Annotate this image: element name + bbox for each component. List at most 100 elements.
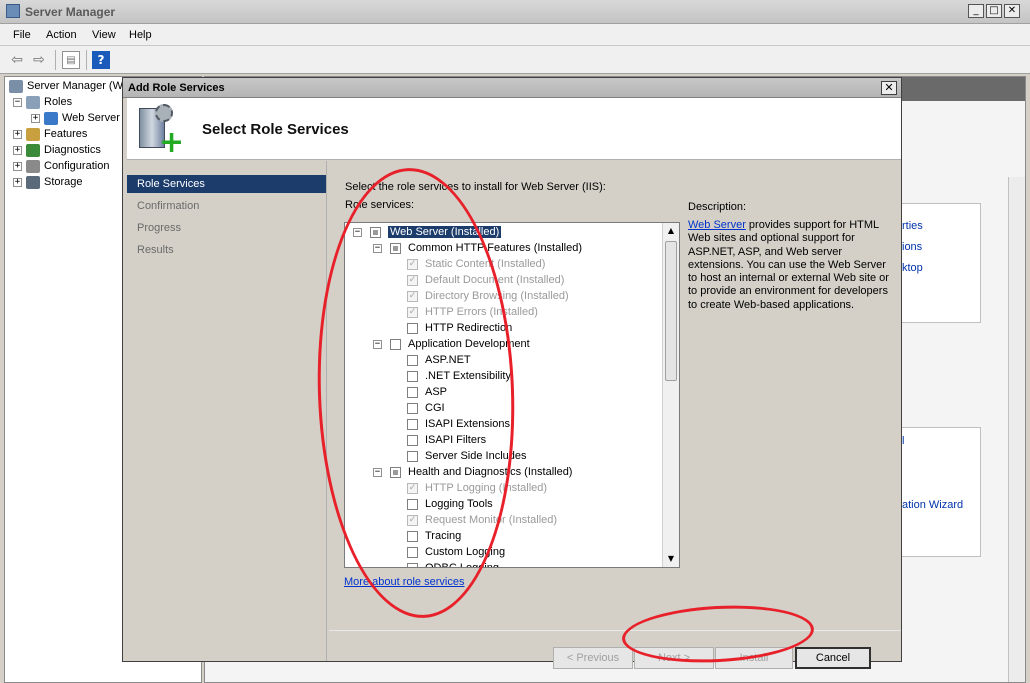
role-service-row[interactable]: ISAPI Filters xyxy=(407,432,486,448)
collapse-icon[interactable]: − xyxy=(13,97,22,107)
minimize-button[interactable]: _ xyxy=(968,4,984,18)
role-service-checkbox[interactable] xyxy=(390,466,401,478)
expand-icon[interactable]: + xyxy=(13,161,22,171)
button-bar: < Previous Next > Install Cancel xyxy=(329,630,901,669)
role-service-checkbox[interactable] xyxy=(407,434,418,446)
role-service-checkbox[interactable] xyxy=(407,562,418,567)
menu-file[interactable]: File xyxy=(13,29,31,41)
dialog-close-button[interactable]: ✕ xyxy=(881,81,897,95)
more-about-role-services-link[interactable]: More about role services xyxy=(344,576,464,588)
role-service-row[interactable]: .NET Extensibility xyxy=(407,368,511,384)
resources-box xyxy=(895,427,981,557)
role-service-label: HTTP Redirection xyxy=(425,322,513,334)
role-service-row[interactable]: ✓ HTTP Logging (Installed) xyxy=(407,480,547,496)
expand-icon[interactable]: + xyxy=(13,177,22,187)
role-service-checkbox[interactable] xyxy=(407,354,418,366)
cancel-button[interactable]: Cancel xyxy=(795,647,871,669)
tree-item-roles[interactable]: − Roles xyxy=(13,94,72,110)
tree-item-server-manager[interactable]: Server Manager (W xyxy=(9,78,123,94)
help-icon[interactable]: ? xyxy=(92,51,110,69)
role-services-scrollbar[interactable]: ▲ ▼ xyxy=(662,223,679,567)
role-service-checkbox[interactable] xyxy=(390,242,401,254)
role-service-checkbox[interactable] xyxy=(370,226,381,238)
collapse-icon[interactable]: − xyxy=(373,243,382,253)
expand-icon[interactable]: + xyxy=(31,113,40,123)
role-service-row[interactable]: Server Side Includes xyxy=(407,448,527,464)
roles-icon xyxy=(26,95,40,109)
role-service-checkbox[interactable] xyxy=(407,386,418,398)
scroll-up-icon[interactable]: ▲ xyxy=(663,223,679,239)
role-service-label: Request Monitor (Installed) xyxy=(425,514,558,526)
add-role-services-dialog: Add Role Services ✕ + Select Role Servic… xyxy=(122,77,902,669)
role-service-checkbox[interactable] xyxy=(407,530,418,542)
role-service-checkbox: ✓ xyxy=(407,274,418,286)
collapse-icon[interactable]: − xyxy=(353,227,362,237)
step-progress: Progress xyxy=(137,222,182,234)
tree-item-web-server[interactable]: + Web Server xyxy=(31,110,120,126)
resource-link[interactable]: l xyxy=(902,435,904,447)
menu-action[interactable]: Action xyxy=(46,29,77,41)
show-hide-console-tree-icon[interactable]: ▤ xyxy=(62,51,80,69)
role-service-row[interactable]: ✓ Directory Browsing (Installed) xyxy=(407,288,569,304)
install-button[interactable]: Install xyxy=(715,647,793,669)
next-button[interactable]: Next > xyxy=(634,647,714,669)
step-confirmation: Confirmation xyxy=(137,200,200,212)
role-service-row[interactable]: Tracing xyxy=(407,528,461,544)
role-service-checkbox[interactable] xyxy=(407,450,418,462)
previous-button[interactable]: < Previous xyxy=(553,647,633,669)
role-service-row[interactable]: − Common HTTP Features (Installed) xyxy=(373,240,582,256)
menu-help[interactable]: Help xyxy=(129,29,152,41)
collapse-icon[interactable]: − xyxy=(373,339,382,349)
role-service-row[interactable]: − Application Development xyxy=(373,336,530,352)
role-service-row[interactable]: ✓ HTTP Errors (Installed) xyxy=(407,304,538,320)
role-service-checkbox[interactable] xyxy=(407,322,418,334)
tree-item-storage[interactable]: + Storage xyxy=(13,174,83,190)
web-server-link[interactable]: Web Server xyxy=(688,219,746,231)
role-service-checkbox[interactable] xyxy=(407,418,418,430)
role-service-label: Directory Browsing (Installed) xyxy=(425,290,569,302)
tree-item-features[interactable]: + Features xyxy=(13,126,87,142)
role-service-row[interactable]: Logging Tools xyxy=(407,496,493,512)
options-link[interactable]: ions xyxy=(902,241,922,253)
tree-item-configuration[interactable]: + Configuration xyxy=(13,158,109,174)
role-service-checkbox[interactable] xyxy=(407,498,418,510)
tree-label: Roles xyxy=(44,96,73,108)
role-service-row[interactable]: ✓ Static Content (Installed) xyxy=(407,256,545,272)
close-button[interactable]: ✕ xyxy=(1004,4,1020,18)
scroll-thumb[interactable] xyxy=(665,241,677,381)
role-service-checkbox[interactable] xyxy=(407,370,418,382)
details-scrollbar[interactable] xyxy=(1008,177,1025,682)
role-service-row[interactable]: CGI xyxy=(407,400,445,416)
role-service-row[interactable]: − Web Server (Installed) xyxy=(353,224,502,240)
role-service-label: Logging Tools xyxy=(425,498,493,510)
role-service-row[interactable]: ✓ Request Monitor (Installed) xyxy=(407,512,557,528)
maximize-button[interactable]: □ xyxy=(986,4,1002,18)
role-service-checkbox[interactable] xyxy=(390,338,401,350)
role-service-row[interactable]: − Health and Diagnostics (Installed) xyxy=(373,464,572,480)
role-service-checkbox[interactable] xyxy=(407,402,418,414)
role-service-checkbox[interactable] xyxy=(407,546,418,558)
role-service-row[interactable]: ISAPI Extensions xyxy=(407,416,510,432)
tree-label: Diagnostics xyxy=(44,144,101,156)
step-role-services[interactable]: Role Services xyxy=(127,175,326,193)
role-services-tree[interactable]: ODBC Logging Custom Logging Tracing ✓ Reques… xyxy=(344,222,680,568)
role-service-row[interactable]: ASP xyxy=(407,384,447,400)
role-service-row[interactable]: ODBC Logging xyxy=(407,560,499,567)
tree-item-diagnostics[interactable]: + Diagnostics xyxy=(13,142,101,158)
role-service-row[interactable]: ✓ Default Document (Installed) xyxy=(407,272,564,288)
configuration-wizard-link[interactable]: ation Wizard xyxy=(902,499,963,511)
instruction-text: Select the role services to install for … xyxy=(345,181,606,193)
description-label: Description: xyxy=(688,201,747,213)
forward-arrow-icon[interactable]: ⇨ xyxy=(30,51,48,69)
role-service-row[interactable]: HTTP Redirection xyxy=(407,320,512,336)
role-service-row[interactable]: ASP.NET xyxy=(407,352,471,368)
expand-icon[interactable]: + xyxy=(13,145,22,155)
desktop-link[interactable]: ktop xyxy=(902,262,923,274)
role-service-row[interactable]: Custom Logging xyxy=(407,544,505,560)
expand-icon[interactable]: + xyxy=(13,129,22,139)
scroll-down-icon[interactable]: ▼ xyxy=(663,551,679,567)
properties-link[interactable]: rties xyxy=(902,220,923,232)
menu-view[interactable]: View xyxy=(92,29,116,41)
back-arrow-icon[interactable]: ⇦ xyxy=(8,51,26,69)
collapse-icon[interactable]: − xyxy=(373,467,382,477)
